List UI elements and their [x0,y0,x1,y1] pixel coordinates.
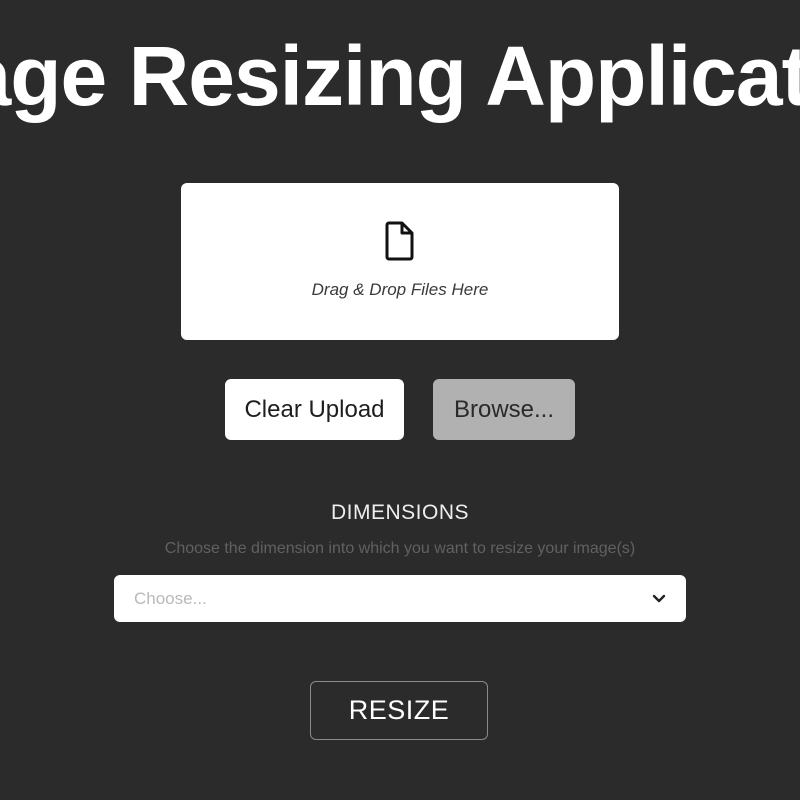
dimension-select[interactable]: Choose... [114,575,686,622]
browse-button[interactable]: Browse... [433,379,575,440]
chevron-down-icon [652,594,666,602]
app-page: Image Resizing Application Drag & Drop F… [0,0,800,800]
dimension-select-value: Choose... [134,588,207,608]
drop-zone-label: Drag & Drop Files Here [311,279,489,299]
resize-button[interactable]: RESIZE [310,681,488,740]
drop-zone[interactable]: Drag & Drop Files Here [181,183,619,340]
clear-upload-button[interactable]: Clear Upload [225,379,404,440]
file-icon [385,221,414,260]
page-title: Image Resizing Application [0,29,800,123]
dimensions-label: DIMENSIONS [330,501,469,524]
dimensions-help-text: Choose the dimension into which you want… [164,540,636,557]
